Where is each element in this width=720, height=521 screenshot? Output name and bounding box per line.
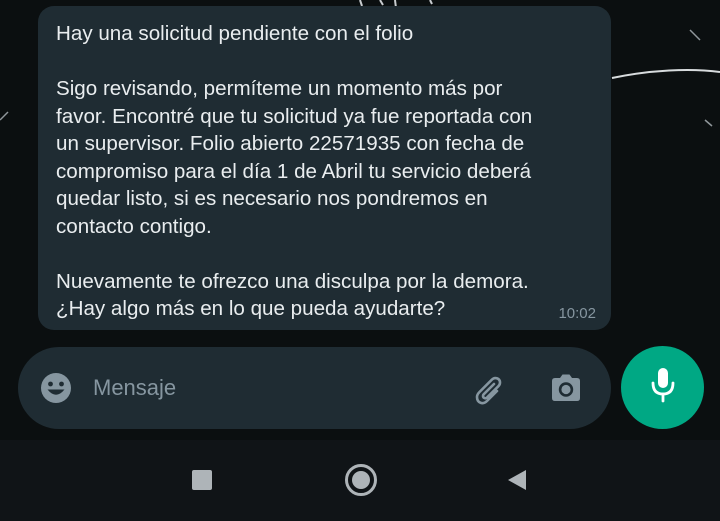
voice-record-button[interactable] [621,346,704,429]
recents-square-icon[interactable] [192,470,212,490]
incoming-message-bubble[interactable]: Hay una solicitud pendiente con el folio… [38,6,611,330]
message-composer[interactable]: Mensaje [18,347,611,429]
emoji-icon[interactable] [38,370,74,406]
message-paragraph: Hay una solicitud pendiente con el folio [56,22,414,45]
paperclip-icon[interactable] [470,369,510,409]
message-paragraph: Sigo revisando, permíteme un momento más… [56,77,533,238]
message-timestamp: 10:02 [558,305,596,322]
message-input[interactable]: Mensaje [93,372,453,404]
camera-icon[interactable] [548,370,584,406]
message-paragraph: Nuevamente te ofrezco una disculpa por l… [56,269,529,321]
back-triangle-icon[interactable] [506,468,528,492]
home-circle-icon[interactable] [344,463,378,497]
microphone-icon [648,366,678,409]
